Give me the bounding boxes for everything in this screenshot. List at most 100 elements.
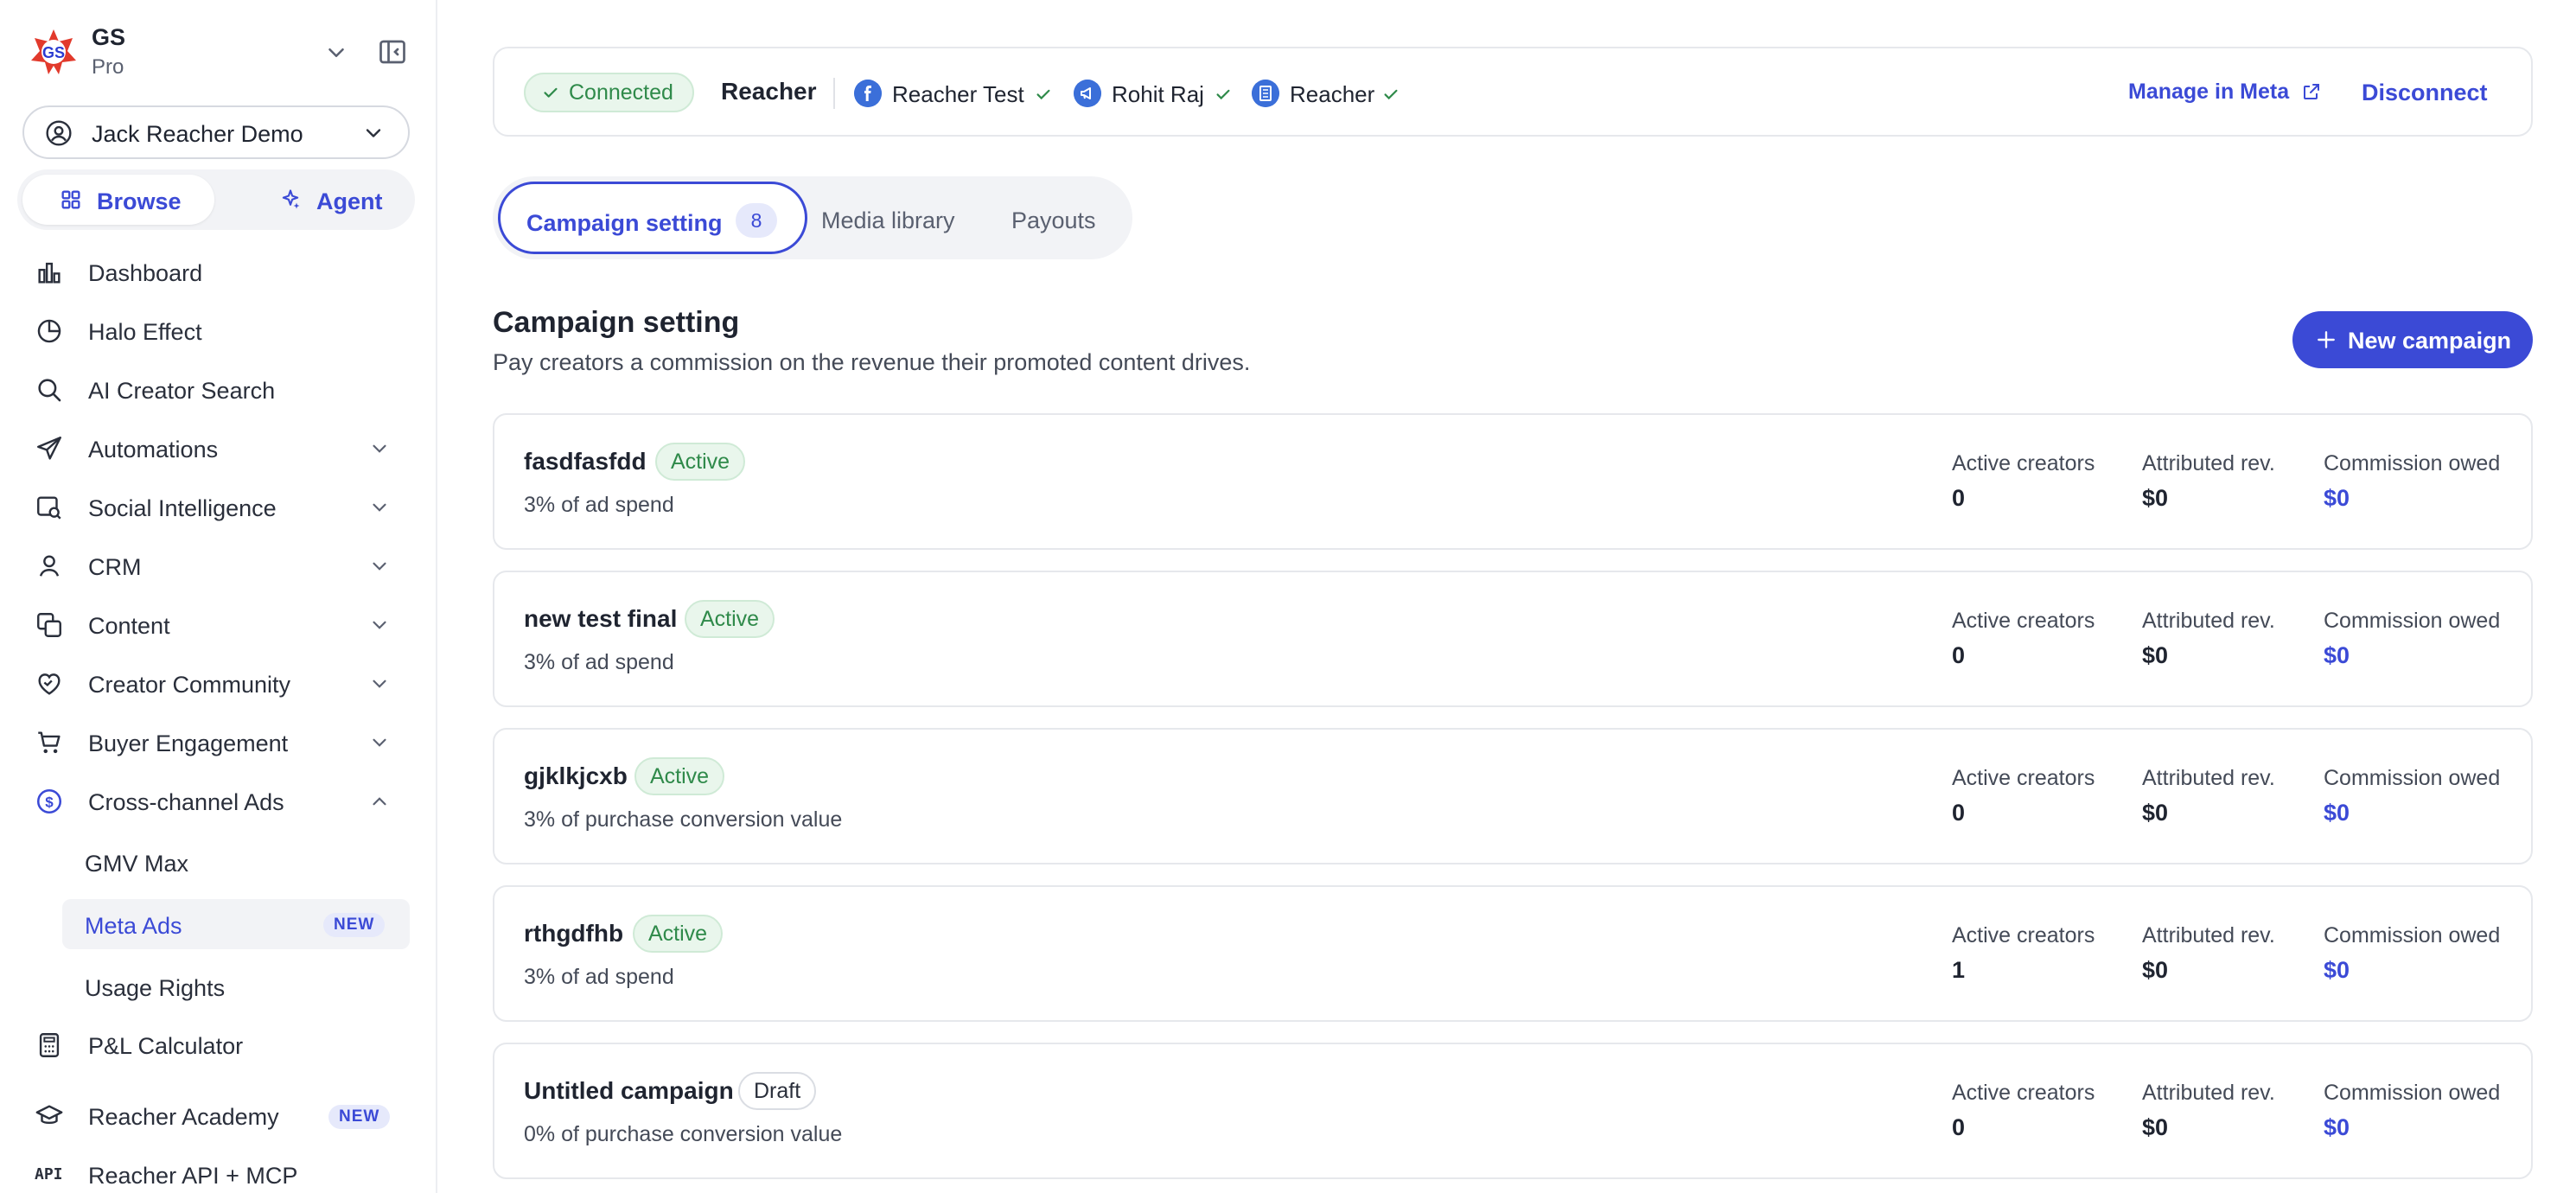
disconnect-button[interactable]: Disconnect [2362, 80, 2488, 106]
account-name: Reacher [1290, 81, 1375, 107]
chevron-up-icon [373, 797, 386, 806]
agent-mode-label: Agent [316, 188, 383, 214]
sidebar-item-label: Reacher API + MCP [88, 1163, 298, 1189]
tab-campaign-setting[interactable]: Campaign setting 8 [498, 182, 807, 254]
connected-status-badge: Connected [524, 73, 694, 112]
tab-payouts[interactable]: Payouts [1011, 182, 1115, 254]
sidebar-item-crm[interactable]: CRM [22, 541, 415, 590]
check-icon [544, 87, 558, 98]
sidebar-item-social-intelligence[interactable]: Social Intelligence [22, 482, 415, 531]
sidebar-item-label: Creator Community [88, 672, 291, 698]
megaphone-icon [1074, 80, 1101, 107]
sidebar-item-label: Cross-channel Ads [88, 789, 284, 815]
calculator-icon [39, 1033, 60, 1057]
metric-value-link[interactable]: $0 [2324, 1114, 2500, 1141]
sidebar-item-halo-effect[interactable]: Halo Effect [22, 306, 415, 354]
metric-label: Active creators [1952, 1081, 2095, 1105]
metric-label: Commission owed [2324, 766, 2501, 790]
sidebar-item-cross-channel-ads[interactable]: $ Cross-channel Ads [22, 776, 415, 825]
metric-value: $0 [2142, 957, 2169, 983]
metric-label: Active creators [1952, 451, 2095, 475]
grid-icon [61, 190, 80, 209]
tab-label: Media library [821, 207, 955, 233]
metric-value: 0 [1952, 1114, 1966, 1140]
copy-icon [37, 613, 61, 637]
facebook-icon [854, 80, 882, 107]
check-icon [1036, 89, 1050, 100]
new-campaign-button[interactable]: New campaign [2292, 311, 2533, 368]
campaign-name: rthgdfhb [524, 920, 624, 947]
metric-label: Commission owed [2324, 1081, 2501, 1105]
tab-label: Campaign setting [526, 210, 723, 236]
campaign-description: 3% of purchase conversion value [524, 807, 843, 832]
campaign-name: gjklkjcxb [524, 762, 628, 789]
pie-chart-icon [37, 319, 61, 343]
metric-attributed-revenue: Attributed rev. $0 [2142, 766, 2275, 826]
metric-label: Attributed rev. [2142, 451, 2275, 475]
sidebar-item-reacher-academy[interactable]: Reacher Academy NEW [22, 1091, 415, 1139]
workspace-logo-icon: GS [31, 29, 76, 74]
manage-in-meta-link[interactable]: Manage in Meta [2128, 80, 2289, 105]
bar-chart-icon [38, 262, 61, 284]
metric-label: Attributed rev. [2142, 1081, 2275, 1105]
chevron-down-icon[interactable] [323, 40, 349, 66]
metric-label: Attributed rev. [2142, 923, 2275, 947]
connected-brand-name: Reacher [721, 78, 817, 105]
metric-commission-owed: Commission owed $0 [2324, 1081, 2500, 1141]
sidebar: GS GS Pro Jack Reacher Demo Browse Agent [0, 0, 437, 1193]
campaign-card[interactable]: Untitled campaign Draft 0% of purchase c… [493, 1043, 2533, 1179]
metric-commission-owed: Commission owed $0 [2324, 451, 2500, 512]
chevron-down-icon [373, 621, 386, 629]
external-link-icon[interactable] [2301, 81, 2322, 102]
sidebar-item-label: Buyer Engagement [88, 730, 289, 756]
sidebar-item-label: CRM [88, 554, 142, 580]
sidebar-collapse-icon[interactable] [377, 36, 408, 67]
sidebar-subitem-label: Meta Ads [85, 913, 182, 939]
chevron-down-icon [373, 738, 386, 747]
metric-attributed-revenue: Attributed rev. $0 [2142, 1081, 2275, 1141]
sidebar-item-reacher-api[interactable]: API Reacher API + MCP [22, 1150, 415, 1193]
chevron-down-icon [373, 444, 386, 453]
status-badge: Active [685, 600, 775, 638]
campaign-card[interactable]: rthgdfhb Active 3% of ad spend Active cr… [493, 885, 2533, 1022]
sidebar-subitem-meta-ads[interactable]: Meta Ads NEW [62, 899, 410, 949]
sidebar-item-pnl-calculator[interactable]: P&L Calculator [22, 1020, 415, 1069]
sidebar-item-ai-creator-search[interactable]: AI Creator Search [22, 365, 415, 413]
metric-value-link[interactable]: $0 [2324, 642, 2500, 669]
campaign-description: 3% of ad spend [524, 965, 674, 989]
metric-label: Active creators [1952, 766, 2095, 790]
metric-label: Attributed rev. [2142, 609, 2275, 633]
metric-active-creators: Active creators 1 [1952, 923, 2095, 984]
sidebar-item-automations[interactable]: Automations [22, 424, 415, 472]
sidebar-item-creator-community[interactable]: Creator Community [22, 659, 415, 707]
metric-commission-owed: Commission owed $0 [2324, 609, 2500, 669]
campaign-card[interactable]: gjklkjcxb Active 3% of purchase conversi… [493, 728, 2533, 864]
user-selector[interactable]: Jack Reacher Demo [22, 105, 410, 159]
metric-value: 0 [1952, 642, 1966, 668]
user-selector-label: Jack Reacher Demo [92, 121, 303, 147]
metric-value-link[interactable]: $0 [2324, 957, 2500, 984]
sidebar-item-dashboard[interactable]: Dashboard [22, 247, 415, 296]
campaign-name: Untitled campaign [524, 1077, 734, 1104]
chevron-down-icon [373, 562, 386, 571]
check-icon [1216, 89, 1230, 100]
workspace-logo-text: GS [42, 44, 65, 61]
workspace-switcher[interactable]: GS GS Pro [29, 22, 410, 83]
tab-media-library[interactable]: Media library [821, 182, 973, 254]
browse-mode-button[interactable]: Browse [22, 175, 214, 225]
status-badge: Draft [738, 1072, 817, 1110]
agent-mode-button[interactable]: Agent [218, 175, 410, 225]
sidebar-item-buyer-engagement[interactable]: Buyer Engagement [22, 718, 415, 766]
campaign-card[interactable]: fasdfasfdd Active 3% of ad spend Active … [493, 413, 2533, 550]
section-subtitle: Pay creators a commission on the revenue… [493, 349, 1251, 375]
sidebar-item-content[interactable]: Content [22, 600, 415, 648]
account-name: Rohit Raj [1112, 81, 1204, 107]
metric-label: Active creators [1952, 609, 2095, 633]
building-icon [1252, 80, 1279, 107]
sidebar-item-label: AI Creator Search [88, 378, 276, 404]
metric-value-link[interactable]: $0 [2324, 800, 2500, 826]
campaign-card[interactable]: new test final Active 3% of ad spend Act… [493, 571, 2533, 707]
sidebar-subitem-gmv-max[interactable]: GMV Max [62, 837, 410, 887]
metric-value-link[interactable]: $0 [2324, 485, 2500, 512]
sidebar-subitem-usage-rights[interactable]: Usage Rights [62, 961, 410, 1011]
